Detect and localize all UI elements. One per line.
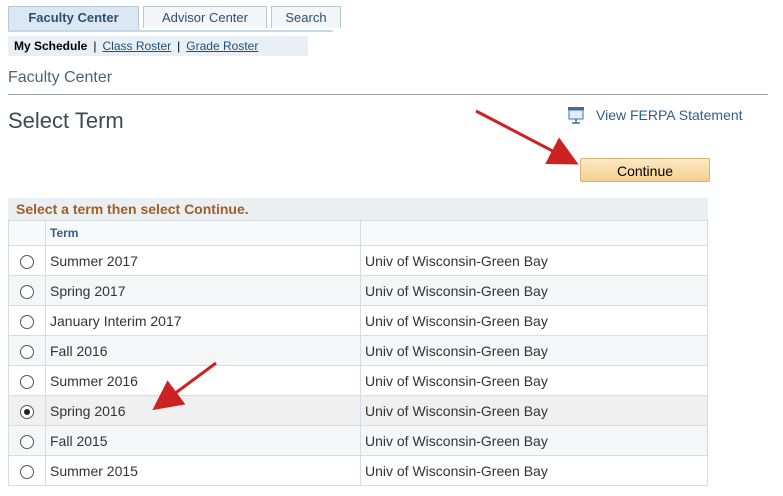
- institution-cell: Univ of Wisconsin-Green Bay: [360, 425, 708, 456]
- table-row[interactable]: Spring 2017 Univ of Wisconsin-Green Bay: [8, 275, 708, 306]
- term-radio[interactable]: [20, 464, 34, 479]
- institution-cell: Univ of Wisconsin-Green Bay: [360, 395, 708, 426]
- subnav-class-roster[interactable]: Class Roster: [102, 39, 171, 53]
- term-radio[interactable]: [20, 284, 34, 299]
- table-row[interactable]: Summer 2015 Univ of Wisconsin-Green Bay: [8, 455, 708, 486]
- term-cell: Spring 2016: [45, 395, 361, 426]
- tab-faculty-center[interactable]: Faculty Center: [8, 6, 139, 30]
- institution-cell: Univ of Wisconsin-Green Bay: [360, 365, 708, 396]
- tab-advisor-center[interactable]: Advisor Center: [143, 6, 267, 28]
- terms-table: Term Summer 2017 Univ of Wisconsin-Green…: [8, 220, 708, 486]
- term-cell: Fall 2016: [45, 335, 361, 366]
- term-radio[interactable]: [20, 254, 34, 269]
- table-row[interactable]: January Interim 2017 Univ of Wisconsin-G…: [8, 305, 708, 336]
- institution-cell: Univ of Wisconsin-Green Bay: [360, 455, 708, 486]
- subnav-grade-roster[interactable]: Grade Roster: [186, 39, 258, 53]
- page-title: Select Term: [8, 108, 124, 133]
- breadcrumb-title: Faculty Center: [8, 69, 113, 86]
- tab-search[interactable]: Search: [271, 6, 341, 28]
- presentation-board-icon: [568, 107, 584, 124]
- ferpa-link-label[interactable]: View FERPA Statement: [596, 107, 743, 123]
- institution-cell: Univ of Wisconsin-Green Bay: [360, 245, 708, 276]
- term-cell: Fall 2015: [45, 425, 361, 456]
- divider: [8, 94, 768, 95]
- table-row[interactable]: Fall 2015 Univ of Wisconsin-Green Bay: [8, 425, 708, 456]
- tab-underline: [8, 30, 333, 32]
- table-row[interactable]: Fall 2016 Univ of Wisconsin-Green Bay: [8, 335, 708, 366]
- subnav-my-schedule: My Schedule: [14, 39, 88, 53]
- term-cell: Summer 2015: [45, 455, 361, 486]
- subnav-separator: |: [93, 39, 97, 53]
- institution-cell: Univ of Wisconsin-Green Bay: [360, 305, 708, 336]
- table-row[interactable]: Summer 2016 Univ of Wisconsin-Green Bay: [8, 365, 708, 396]
- term-radio[interactable]: [20, 374, 34, 389]
- column-radio: [8, 220, 46, 246]
- table-row-selected[interactable]: Spring 2016 Univ of Wisconsin-Green Bay: [8, 395, 708, 426]
- subnav-separator: |: [177, 39, 181, 53]
- continue-button[interactable]: Continue: [580, 158, 710, 182]
- term-radio[interactable]: [20, 344, 34, 359]
- column-institution: [360, 220, 708, 246]
- term-cell: Spring 2017: [45, 275, 361, 306]
- term-radio-selected[interactable]: [20, 404, 34, 419]
- grid-header: Select a term then select Continue.: [8, 198, 708, 220]
- red-arrow-icon: [475, 109, 579, 165]
- term-cell: Summer 2016: [45, 365, 361, 396]
- tab-bar: Faculty Center Advisor Center Search: [8, 6, 341, 30]
- term-cell: January Interim 2017: [45, 305, 361, 336]
- term-cell: Summer 2017: [45, 245, 361, 276]
- column-term: Term: [45, 220, 361, 246]
- sub-navigation: My Schedule | Class Roster | Grade Roster: [8, 36, 308, 56]
- term-radio[interactable]: [20, 314, 34, 329]
- institution-cell: Univ of Wisconsin-Green Bay: [360, 275, 708, 306]
- institution-cell: Univ of Wisconsin-Green Bay: [360, 335, 708, 366]
- term-radio[interactable]: [20, 434, 34, 449]
- table-row[interactable]: Summer 2017 Univ of Wisconsin-Green Bay: [8, 245, 708, 276]
